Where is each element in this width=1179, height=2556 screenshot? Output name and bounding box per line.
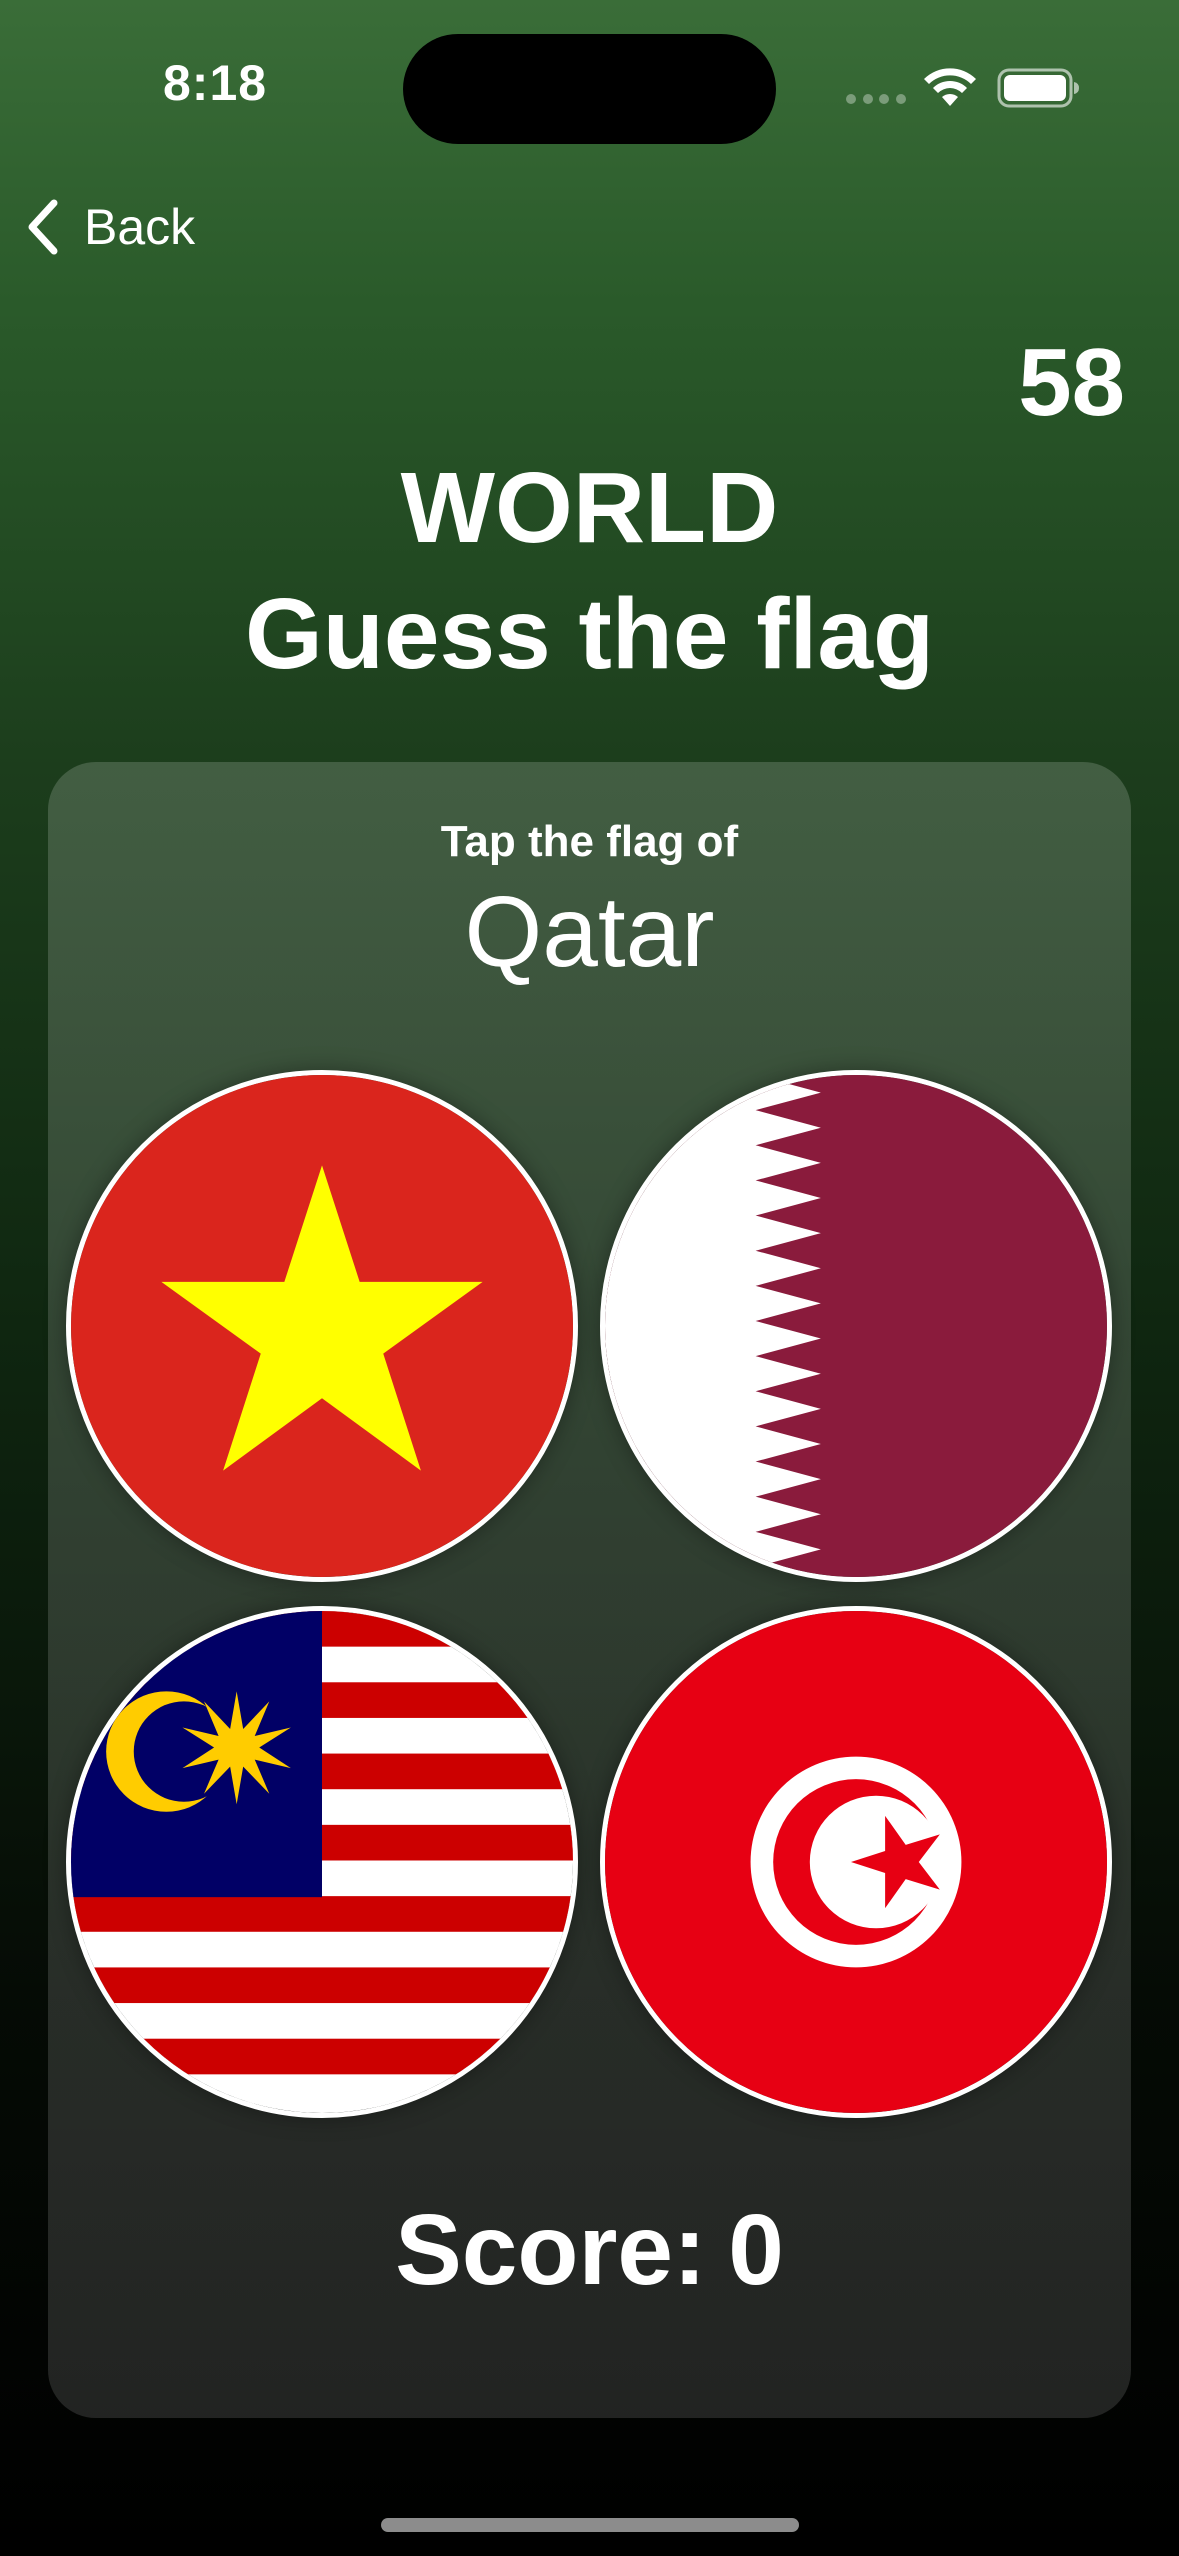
home-indicator[interactable] [381,2518,799,2532]
back-button[interactable]: Back [24,190,195,264]
flag-option-vietnam[interactable] [66,1070,578,1582]
prompt-label: Tap the flag of [440,817,739,866]
score-display: Score: 0 [48,2200,1131,2300]
flag-option-tunisia[interactable] [600,1606,1112,2118]
flag-option-qatar[interactable] [600,1070,1112,1582]
flag-option-malaysia[interactable] [66,1606,578,2118]
malaysia-flag-icon [71,1611,573,2113]
score-label: Score: [395,2194,707,2306]
score-value: 0 [728,2194,784,2306]
question-prompt: Tap the flag of Qatar [48,817,1131,988]
quiz-card [48,762,1131,2418]
back-label: Back [84,199,196,255]
countdown-timer: 58 [1018,329,1125,436]
game-subtitle: Guess the flag [244,578,935,690]
page-title: WORLD Guess the flag [0,458,1179,684]
target-country-name: Qatar [464,876,715,988]
status-bar: 8:18 [0,0,1179,170]
tunisia-flag-icon [605,1611,1107,2113]
chevron-left-icon [28,199,58,255]
battery-icon [997,68,1079,108]
dynamic-island [403,34,776,144]
cellular-signal-icon [846,94,906,106]
vietnam-flag-icon [71,1075,573,1577]
wifi-icon [924,68,976,106]
status-time: 8:18 [163,55,268,111]
region-title: WORLD [400,452,779,564]
qatar-flag-icon [605,1075,1107,1577]
